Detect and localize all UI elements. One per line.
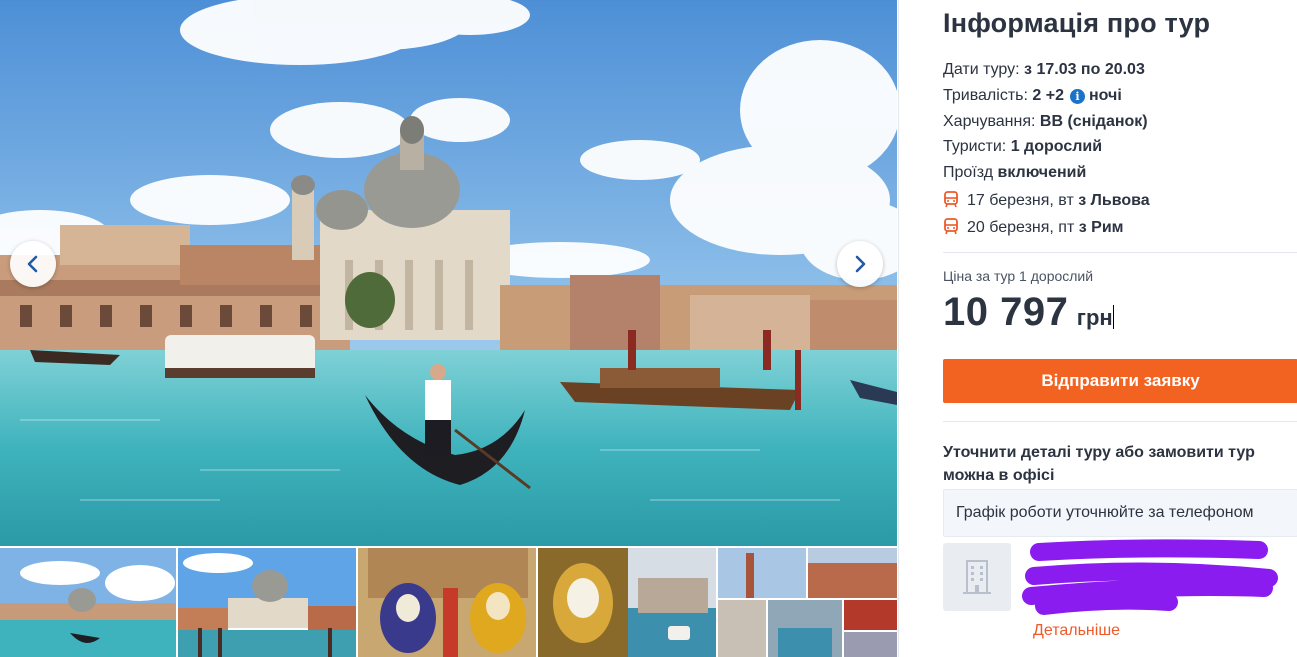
redaction-scribble bbox=[1022, 539, 1278, 615]
segment-date: 17 березня, вт bbox=[967, 192, 1074, 209]
office-image[interactable] bbox=[943, 543, 1011, 611]
text-cursor bbox=[1112, 305, 1114, 329]
divider bbox=[943, 421, 1297, 422]
segment-route: з Рим bbox=[1078, 219, 1124, 236]
tour-dates-label: Дати туру: bbox=[943, 61, 1020, 78]
tourists-label: Туристи: bbox=[943, 138, 1007, 155]
tour-transport: Проїзд включений bbox=[943, 164, 1086, 182]
duration-label: Тривалість: bbox=[943, 87, 1028, 104]
meals-value: BB (сніданок) bbox=[1039, 113, 1148, 130]
duration-value: 2 +2 bbox=[1032, 87, 1064, 104]
panel-title: Інформація про тур bbox=[943, 8, 1211, 38]
transport-segment-return: 20 березня, пт з Рим bbox=[943, 218, 1124, 237]
transport-value: включений bbox=[997, 164, 1087, 181]
transport-label: Проїзд bbox=[943, 164, 994, 181]
duration-suffix: ночі bbox=[1088, 87, 1122, 104]
tourists-value: 1 дорослий bbox=[1010, 138, 1103, 155]
bus-icon bbox=[944, 191, 958, 208]
venice-photo bbox=[0, 0, 897, 546]
info-icon[interactable]: i bbox=[1069, 89, 1085, 104]
tour-tourists: Туристи: 1 дорослий bbox=[943, 138, 1102, 156]
price: 10 797 грн bbox=[943, 290, 1114, 335]
schedule-text: Графік роботи уточнюйте за телефоном bbox=[956, 504, 1254, 521]
meals-label: Харчування: bbox=[943, 113, 1036, 130]
tour-info-panel: Інформація про тур Дати туру: з 17.03 по… bbox=[898, 0, 1297, 657]
price-currency: грн bbox=[1076, 305, 1113, 330]
chevron-left-icon bbox=[27, 255, 38, 273]
thumbnail-strip bbox=[0, 548, 897, 657]
transport-segment-outbound: 17 березня, вт з Львова bbox=[943, 191, 1150, 210]
submit-request-button[interactable]: Відправити заявку bbox=[943, 359, 1297, 403]
tour-dates: Дати туру: з 17.03 по 20.03 bbox=[943, 61, 1145, 79]
main-photo[interactable] bbox=[0, 0, 897, 546]
price-amount: 10 797 bbox=[943, 290, 1069, 334]
office-info-text: Уточнити деталі туру або замовити тур мо… bbox=[943, 444, 1255, 484]
gallery-prev-button[interactable] bbox=[10, 241, 56, 287]
segment-date: 20 березня, пт bbox=[967, 219, 1075, 236]
thumbnail-3[interactable] bbox=[358, 548, 536, 657]
schedule-box: Графік роботи уточнюйте за телефоном bbox=[943, 489, 1297, 537]
details-link[interactable]: Детальніше bbox=[1033, 622, 1120, 640]
thumbnail-4[interactable] bbox=[538, 548, 716, 657]
tour-dates-value: з 17.03 по 20.03 bbox=[1024, 61, 1145, 78]
thumbnail-2[interactable] bbox=[178, 548, 356, 657]
chevron-right-icon bbox=[855, 255, 866, 273]
gallery-next-button[interactable] bbox=[837, 241, 883, 287]
thumbnail-1[interactable] bbox=[0, 548, 176, 657]
tour-duration: Тривалість: 2 +2 i ночі bbox=[943, 87, 1122, 105]
thumbnail-5[interactable] bbox=[718, 548, 897, 657]
price-label: Ціна за тур 1 дорослий bbox=[943, 268, 1094, 284]
bus-icon bbox=[944, 218, 958, 235]
building-icon bbox=[963, 560, 991, 594]
tour-meals: Харчування: BB (сніданок) bbox=[943, 113, 1148, 131]
divider bbox=[943, 252, 1297, 253]
segment-route: з Львова bbox=[1078, 192, 1150, 209]
